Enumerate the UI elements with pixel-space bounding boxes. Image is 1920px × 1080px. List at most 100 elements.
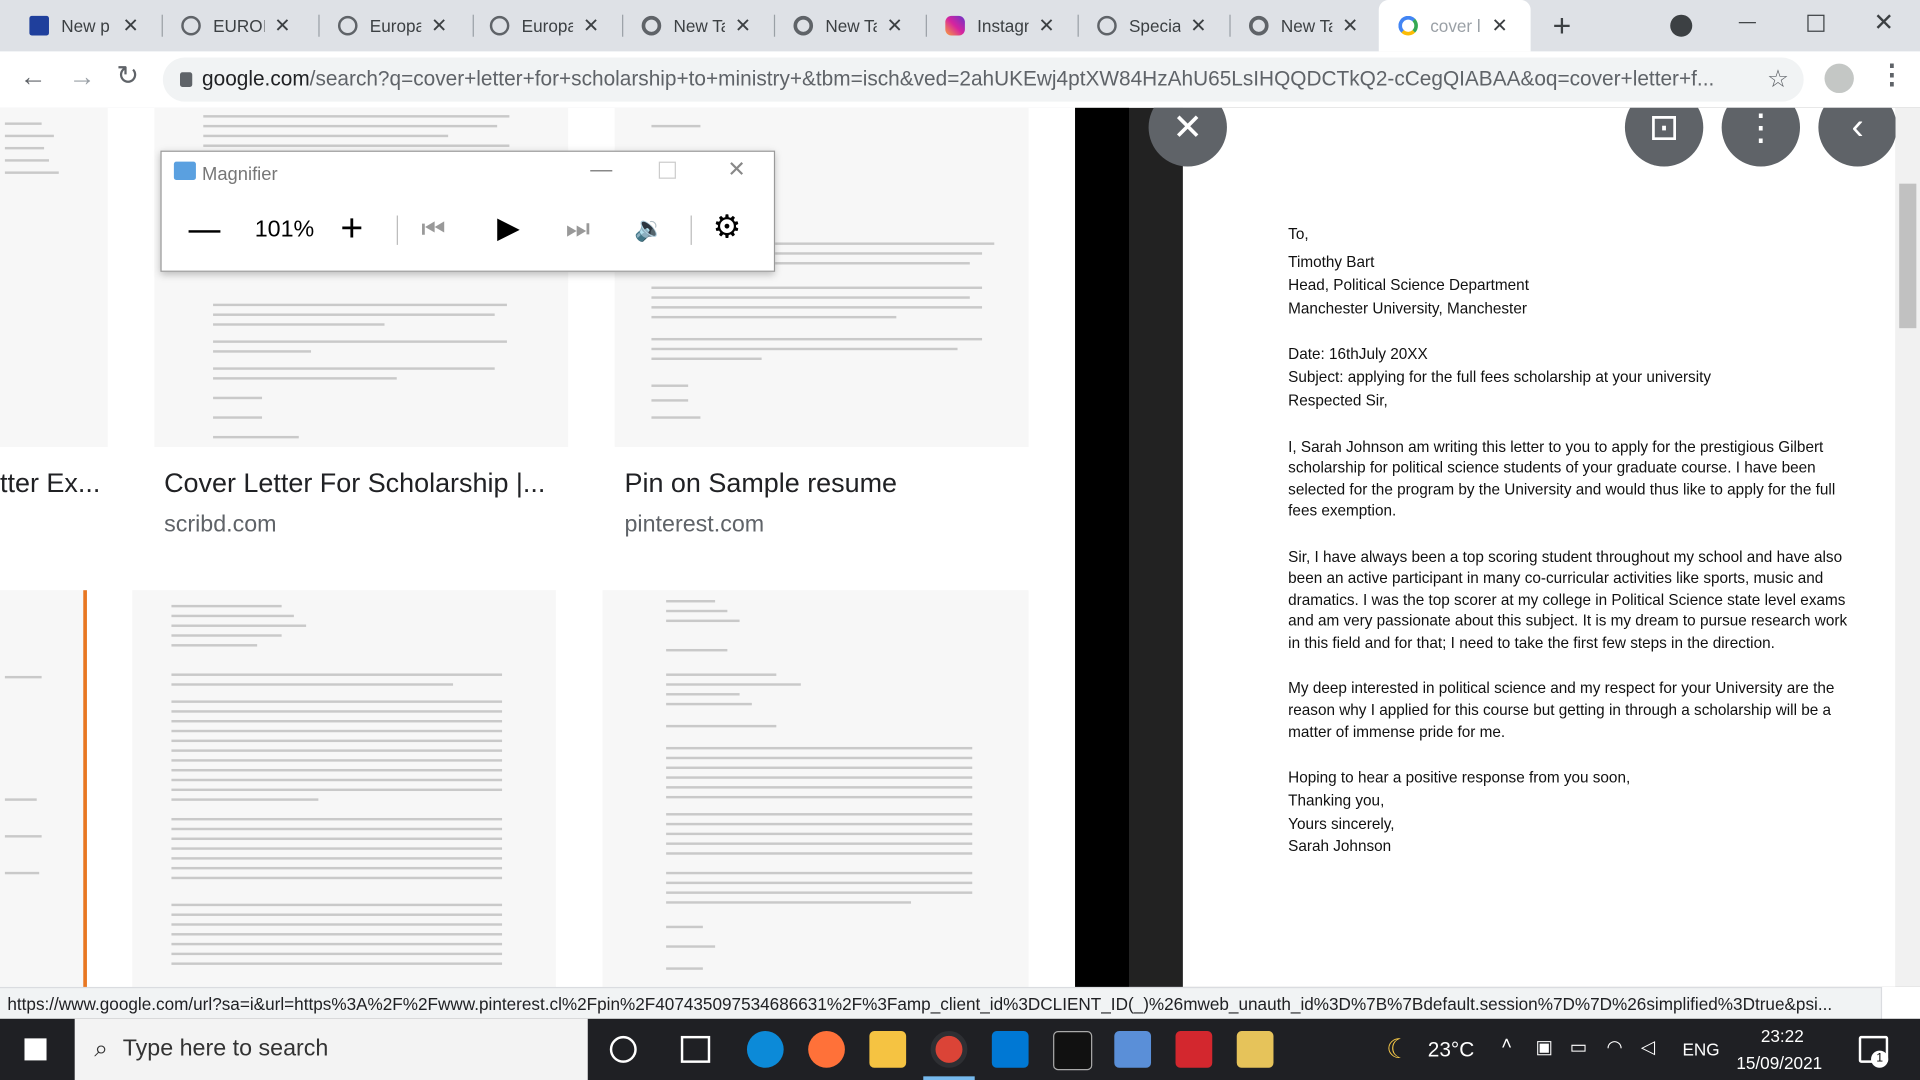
- zoom-in-icon[interactable]: +: [340, 206, 363, 251]
- address-bar[interactable]: google.com/search?q=cover+letter+for+sch…: [162, 57, 1804, 102]
- result-site-3[interactable]: pinterest.com: [624, 512, 764, 539]
- menu-icon[interactable]: ⋮: [1878, 59, 1905, 91]
- letter-line: fees exemption.: [1288, 502, 1397, 520]
- edge-icon[interactable]: [746, 1031, 784, 1068]
- vscode-icon[interactable]: [991, 1031, 1029, 1068]
- letter-line: and am very passionate about this subjec…: [1288, 612, 1848, 630]
- close-tab-icon[interactable]: ✕: [1491, 13, 1507, 37]
- close-tab-icon[interactable]: ✕: [431, 13, 447, 37]
- magnifier-maximize-icon[interactable]: [658, 161, 676, 179]
- clock-time[interactable]: 23:22: [1761, 1026, 1804, 1046]
- cortana-icon[interactable]: [609, 1035, 637, 1063]
- close-tab-icon[interactable]: ✕: [1190, 13, 1206, 37]
- preview-image[interactable]: To, Timothy Bart Head, Political Science D…: [1182, 107, 1896, 987]
- next-paragraph-icon[interactable]: ⏭: [566, 213, 590, 245]
- reload-icon[interactable]: ↻: [116, 60, 139, 92]
- tab-6[interactable]: New Ta ✕: [764, 0, 926, 51]
- globe-icon: [1097, 15, 1117, 36]
- device-icon[interactable]: ▣: [1536, 1036, 1553, 1058]
- magnifier-minimize-icon[interactable]: —: [590, 157, 612, 183]
- forward-icon[interactable]: →: [69, 61, 96, 93]
- letter-line: selected for the program by the Universi…: [1288, 481, 1836, 499]
- preview-backdrop: [1075, 107, 1129, 987]
- terminal-icon[interactable]: [1053, 1031, 1093, 1071]
- tab-7[interactable]: Instagr ✕: [916, 0, 1078, 51]
- notification-count: 1: [1871, 1050, 1889, 1068]
- globe-icon: [337, 15, 358, 36]
- chrome-icon: [641, 15, 662, 36]
- profile-icon[interactable]: [1824, 63, 1854, 94]
- tab-title: Instagr: [977, 15, 1029, 36]
- google-icon: [1398, 15, 1418, 36]
- tab-1[interactable]: New p ✕: [0, 0, 162, 51]
- back-icon[interactable]: ←: [20, 61, 47, 93]
- bookmark-star-icon[interactable]: ☆: [1767, 64, 1789, 95]
- previous-paragraph-icon[interactable]: ⏮: [421, 213, 445, 245]
- close-tab-icon[interactable]: ✕: [1342, 13, 1358, 37]
- letter-line: dramatics. I was the top scorer at my co…: [1288, 591, 1846, 609]
- virtualbox-icon[interactable]: [1114, 1031, 1152, 1068]
- tab-2[interactable]: EUROP ✕: [152, 0, 314, 51]
- magnifier-close-icon[interactable]: ✕: [727, 157, 745, 183]
- scrollbar-thumb[interactable]: [1899, 183, 1917, 329]
- url-text[interactable]: google.com/search?q=cover+letter+for+sch…: [202, 67, 1745, 91]
- result-title-2[interactable]: Cover Letter For Scholarship |...: [164, 468, 545, 500]
- tab-5[interactable]: New Ta ✕: [612, 0, 774, 51]
- tab-active[interactable]: cover l ✕: [1378, 0, 1531, 52]
- play-icon[interactable]: ▶: [497, 211, 520, 247]
- tab-title: Special: [1128, 15, 1181, 36]
- close-tab-icon[interactable]: ✕: [735, 13, 751, 37]
- letter-line: Respected Sir,: [1288, 391, 1388, 409]
- tab-9[interactable]: New Ta ✕: [1220, 0, 1382, 51]
- result-title-1[interactable]: tter Ex...: [0, 468, 100, 500]
- task-view-icon[interactable]: [680, 1035, 711, 1063]
- close-tab-icon[interactable]: ✕: [122, 13, 138, 37]
- tab-4[interactable]: Europa ✕: [460, 0, 622, 51]
- taskbar-search[interactable]: ⌕ Type here to search: [74, 1018, 588, 1080]
- magnifier-window[interactable]: Magnifier — ✕ 101% + ⏮ ▶ ⏭ 🔉 ⚙: [160, 150, 776, 272]
- result-thumbnail-6[interactable]: [602, 590, 1029, 987]
- acrobat-icon[interactable]: [1175, 1031, 1213, 1068]
- result-thumbnail-5[interactable]: [132, 590, 556, 987]
- show-hidden-icons-icon[interactable]: ˄: [1501, 1033, 1512, 1054]
- tab-title: EUROP: [213, 15, 264, 36]
- tab-3[interactable]: Europa ✕: [309, 0, 471, 51]
- close-tab-icon[interactable]: ✕: [1038, 13, 1054, 37]
- zoom-out-icon[interactable]: [188, 230, 221, 233]
- windows-start-icon[interactable]: [24, 1038, 47, 1061]
- settings-gear-icon[interactable]: ⚙: [713, 208, 742, 246]
- url-path: /search?q=cover+letter+for+scholarship+t…: [309, 67, 1715, 91]
- clock-date[interactable]: 15/09/2021: [1736, 1053, 1822, 1073]
- result-thumbnail-4[interactable]: [0, 590, 87, 987]
- close-tab-icon[interactable]: ✕: [274, 13, 290, 37]
- new-tab-button[interactable]: +: [1553, 7, 1572, 45]
- letter-line: Sir, I have always been a top scoring st…: [1288, 548, 1843, 566]
- magnifier-app-icon: [173, 161, 196, 181]
- volume-icon[interactable]: ◁: [1641, 1036, 1655, 1058]
- close-tab-icon[interactable]: ✕: [887, 13, 903, 37]
- letter-line: Hoping to hear a positive response from …: [1288, 768, 1631, 787]
- result-site-2[interactable]: scribd.com: [164, 512, 276, 539]
- language-indicator[interactable]: ENG: [1682, 1040, 1719, 1060]
- battery-icon[interactable]: ▭: [1570, 1036, 1587, 1058]
- firefox-icon[interactable]: [808, 1031, 845, 1068]
- weather-temp[interactable]: 23°C: [1428, 1038, 1475, 1062]
- tab-search-icon[interactable]: [1670, 14, 1693, 37]
- letter-line: reason why I applied for this course but…: [1288, 701, 1832, 719]
- file-explorer-icon[interactable]: [869, 1031, 907, 1068]
- chrome-taskbar-icon[interactable]: [930, 1031, 968, 1068]
- read-from-here-icon[interactable]: 🔉: [634, 213, 664, 244]
- result-title-3[interactable]: Pin on Sample resume: [624, 468, 897, 500]
- lock-icon[interactable]: [180, 72, 193, 87]
- letter-line: My deep interested in political science …: [1288, 679, 1835, 697]
- minimize-icon[interactable]: [1738, 22, 1756, 24]
- wifi-icon[interactable]: ◠: [1607, 1036, 1623, 1058]
- close-tab-icon[interactable]: ✕: [583, 13, 599, 37]
- letter-line: matter of immense pride for me.: [1288, 723, 1506, 741]
- result-thumbnail-1[interactable]: [0, 107, 108, 447]
- close-window-icon[interactable]: ✕: [1873, 7, 1894, 38]
- tab-title: New p: [61, 15, 110, 36]
- restore-icon[interactable]: [1807, 14, 1825, 32]
- tab-8[interactable]: Special ✕: [1068, 0, 1230, 51]
- archive-icon[interactable]: [1236, 1031, 1274, 1068]
